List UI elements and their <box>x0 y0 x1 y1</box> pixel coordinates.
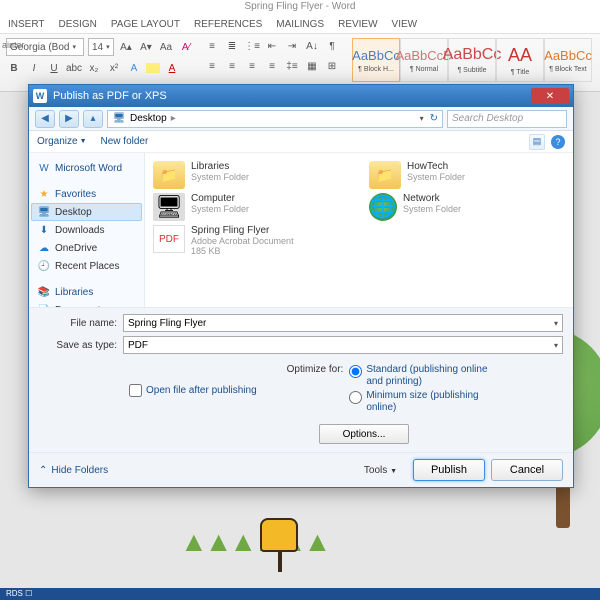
style-normal[interactable]: AaBbCcD¶ Normal <box>400 38 448 82</box>
style-block-h[interactable]: AaBbCc¶ Block H... <box>352 38 400 82</box>
view-icon[interactable]: ▤ <box>529 134 545 150</box>
refresh-icon[interactable]: ↻ <box>430 113 438 124</box>
dialog-titlebar[interactable]: W Publish as PDF or XPS ✕ <box>29 85 573 107</box>
shrink-font-icon[interactable]: A▾ <box>138 39 154 55</box>
sidebar-item-msword[interactable]: WMicrosoft Word <box>31 159 142 177</box>
style-title[interactable]: AA¶ Title <box>496 38 544 82</box>
tab-design[interactable]: DESIGN <box>59 19 97 30</box>
network-icon: 🌐 <box>369 193 397 221</box>
tab-review[interactable]: REVIEW <box>338 19 377 30</box>
shading-icon[interactable]: ▦ <box>304 58 320 74</box>
font-color-icon[interactable]: A <box>164 60 180 76</box>
computer-icon: 🖥 <box>153 193 185 221</box>
status-bar: RDS ☐ <box>0 588 600 600</box>
file-computer[interactable]: 🖥 ComputerSystem Folder <box>153 193 349 221</box>
font-size-combo[interactable]: 14▾ <box>88 38 114 56</box>
justify-icon[interactable]: ≡ <box>264 58 280 74</box>
tab-insert[interactable]: INSERT <box>8 19 45 30</box>
ribbon-tabs: INSERT DESIGN PAGE LAYOUT REFERENCES MAI… <box>0 16 600 34</box>
sidebar-item-favorites[interactable]: ★Favorites <box>31 185 142 203</box>
format-painter-label: ainter <box>0 40 28 50</box>
tulip-graphic <box>260 518 300 568</box>
highlight-icon[interactable] <box>146 63 160 73</box>
search-input[interactable]: Search Desktop <box>447 110 567 128</box>
borders-icon[interactable]: ⊞ <box>324 58 340 74</box>
chevron-down-icon[interactable]: ▾ <box>420 114 424 123</box>
optimize-minimum-radio[interactable]: Minimum size (publishing online) <box>349 390 506 414</box>
tab-references[interactable]: REFERENCES <box>194 19 262 30</box>
subscript-icon[interactable]: x₂ <box>86 60 102 76</box>
file-howtech[interactable]: 📁 HowTechSystem Folder <box>369 161 565 189</box>
save-type-label: Save as type: <box>39 340 123 351</box>
tab-page-layout[interactable]: PAGE LAYOUT <box>111 19 180 30</box>
styles-gallery[interactable]: AaBbCc¶ Block H... AaBbCcD¶ Normal AaBbC… <box>352 38 592 82</box>
folder-icon: 📁 <box>369 161 401 189</box>
file-network[interactable]: 🌐 NetworkSystem Folder <box>369 193 565 221</box>
file-name-label: File name: <box>39 318 123 329</box>
bullets-icon[interactable]: ≡ <box>204 38 220 54</box>
tab-view[interactable]: VIEW <box>392 19 418 30</box>
underline-icon[interactable]: U <box>46 60 62 76</box>
up-button[interactable]: ▴ <box>83 110 103 128</box>
app-title: Spring Fling Flyer - Word <box>0 0 600 16</box>
save-type-select[interactable]: PDF▾ <box>123 336 563 354</box>
new-folder-button[interactable]: New folder <box>101 136 149 147</box>
publish-button[interactable]: Publish <box>413 459 485 481</box>
outdent-icon[interactable]: ⇤ <box>264 38 280 54</box>
file-list: 📁 LibrariesSystem Folder 📁 HowTechSystem… <box>145 153 573 307</box>
sort-icon[interactable]: A↓ <box>304 38 320 54</box>
grass-graphic: ▲▲▲▲▲▲ <box>180 526 328 558</box>
align-right-icon[interactable]: ≡ <box>244 58 260 74</box>
text-effects-icon[interactable]: A <box>126 60 142 76</box>
sidebar: WMicrosoft Word ★Favorites 🖥Desktop ⬇Dow… <box>29 153 145 307</box>
change-case-icon[interactable]: Aa <box>158 39 174 55</box>
align-left-icon[interactable]: ≡ <box>204 58 220 74</box>
forward-button[interactable]: ▶ <box>59 110 79 128</box>
options-button[interactable]: Options... <box>319 424 409 444</box>
word-icon: W <box>33 89 47 103</box>
style-block-text[interactable]: AaBbCc¶ Block Text <box>544 38 592 82</box>
file-libraries[interactable]: 📁 LibrariesSystem Folder <box>153 161 349 189</box>
sidebar-item-recent[interactable]: 🕘Recent Places <box>31 257 142 275</box>
align-center-icon[interactable]: ≡ <box>224 58 240 74</box>
sidebar-item-downloads[interactable]: ⬇Downloads <box>31 221 142 239</box>
optimize-standard-radio[interactable]: Standard (publishing online and printing… <box>349 364 506 388</box>
sidebar-item-desktop[interactable]: 🖥Desktop <box>31 203 142 221</box>
multilevel-icon[interactable]: ⋮≡ <box>244 38 260 54</box>
chevron-up-icon: ⌃ <box>39 465 47 476</box>
back-button[interactable]: ◀ <box>35 110 55 128</box>
folder-icon: 📁 <box>153 161 185 189</box>
clear-format-icon[interactable]: A⁄ <box>178 39 194 55</box>
indent-icon[interactable]: ⇥ <box>284 38 300 54</box>
organize-button[interactable]: Organize ▼ <box>37 136 87 147</box>
hide-folders-button[interactable]: ⌃Hide Folders <box>39 465 108 476</box>
sidebar-item-onedrive[interactable]: ☁OneDrive <box>31 239 142 257</box>
grow-font-icon[interactable]: A▴ <box>118 39 134 55</box>
help-icon[interactable]: ? <box>551 135 565 149</box>
bold-icon[interactable]: B <box>6 60 22 76</box>
line-spacing-icon[interactable]: ‡≡ <box>284 58 300 74</box>
optimize-label: Optimize for: <box>287 364 344 416</box>
italic-icon[interactable]: I <box>26 60 42 76</box>
numbering-icon[interactable]: ≣ <box>224 38 240 54</box>
file-name-input[interactable]: Spring Fling Flyer▾ <box>123 314 563 332</box>
cancel-button[interactable]: Cancel <box>491 459 563 481</box>
file-pdf[interactable]: PDF Spring Fling FlyerAdobe Acrobat Docu… <box>153 225 349 256</box>
sidebar-item-libraries[interactable]: 📚Libraries <box>31 283 142 301</box>
strike-icon[interactable]: abc <box>66 60 82 76</box>
dialog-title-text: Publish as PDF or XPS <box>53 90 167 102</box>
superscript-icon[interactable]: x² <box>106 60 122 76</box>
tools-menu[interactable]: Tools ▼ <box>364 465 397 476</box>
style-subtitle[interactable]: AaBbCc¶ Subtitle <box>448 38 496 82</box>
breadcrumb[interactable]: 🖥 Desktop ▸ ▾ ↻ <box>107 110 443 128</box>
tab-mailings[interactable]: MAILINGS <box>276 19 324 30</box>
pdf-icon: PDF <box>153 225 185 253</box>
close-icon[interactable]: ✕ <box>531 88 569 104</box>
desktop-icon: 🖥 <box>112 112 126 126</box>
publish-dialog: W Publish as PDF or XPS ✕ ◀ ▶ ▴ 🖥 Deskto… <box>28 84 574 488</box>
open-after-checkbox[interactable]: Open file after publishing <box>129 364 257 416</box>
show-marks-icon[interactable]: ¶ <box>324 38 340 54</box>
